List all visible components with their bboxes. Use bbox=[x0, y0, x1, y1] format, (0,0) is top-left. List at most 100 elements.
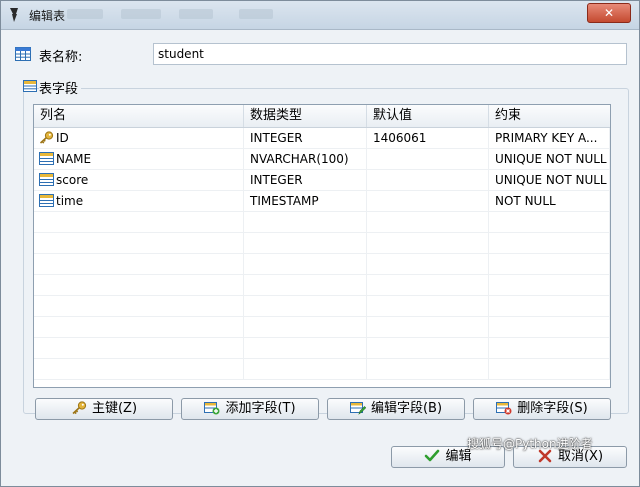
empty-cell bbox=[34, 317, 244, 337]
empty-cell bbox=[489, 338, 610, 358]
window-title: 编辑表 bbox=[29, 9, 66, 23]
empty-cell bbox=[34, 275, 244, 295]
field-constraint: UNIQUE NOT NULL bbox=[489, 149, 610, 169]
empty-cell bbox=[244, 296, 367, 316]
title-ghost-3 bbox=[179, 9, 213, 19]
table-icon bbox=[15, 47, 31, 61]
table-row[interactable]: time TIMESTAMP NOT NULL bbox=[34, 191, 610, 212]
field-icon bbox=[39, 194, 54, 207]
watermark: 搜狐号@Python进阶者 bbox=[467, 437, 593, 451]
column-header-type[interactable]: 数据类型 bbox=[244, 105, 367, 127]
empty-cell bbox=[489, 254, 610, 274]
empty-cell bbox=[244, 275, 367, 295]
row-name-cell: score bbox=[34, 170, 244, 190]
empty-cell bbox=[367, 359, 489, 379]
empty-cell bbox=[489, 212, 610, 232]
column-header-name[interactable]: 列名 bbox=[34, 105, 244, 127]
field-name: ID bbox=[56, 131, 69, 145]
field-default: 1406061 bbox=[367, 128, 489, 148]
field-constraint: UNIQUE NOT NULL bbox=[489, 170, 610, 190]
table-name-label: 表名称: bbox=[39, 50, 83, 65]
field-icon bbox=[39, 173, 54, 186]
table-name-input[interactable]: student bbox=[153, 43, 627, 65]
field-default bbox=[367, 170, 489, 190]
title-ghost-2 bbox=[121, 9, 161, 19]
empty-cell bbox=[244, 233, 367, 253]
empty-row bbox=[34, 233, 610, 254]
empty-cell bbox=[489, 317, 610, 337]
empty-cell bbox=[489, 233, 610, 253]
field-type: INTEGER bbox=[244, 128, 367, 148]
field-name: score bbox=[56, 173, 89, 187]
field-default bbox=[367, 191, 489, 211]
empty-row bbox=[34, 275, 610, 296]
column-header-default[interactable]: 默认值 bbox=[367, 105, 489, 127]
empty-cell bbox=[367, 212, 489, 232]
empty-cell bbox=[489, 359, 610, 379]
field-type: NVARCHAR(100) bbox=[244, 149, 367, 169]
empty-cell bbox=[244, 317, 367, 337]
empty-row bbox=[34, 317, 610, 338]
edit-table-dialog: 编辑表 ✕ 表名称: student 表字段 列名 数据类型 默认值 约束 ID… bbox=[0, 0, 640, 487]
fields-section-label: 表字段 bbox=[39, 78, 82, 97]
empty-row bbox=[34, 254, 610, 275]
empty-cell bbox=[367, 338, 489, 358]
fields-grid[interactable]: 列名 数据类型 默认值 约束 ID INTEGER 1406061 PRIMAR… bbox=[33, 104, 611, 388]
table-row[interactable]: NAME NVARCHAR(100) UNIQUE NOT NULL bbox=[34, 149, 610, 170]
empty-cell bbox=[34, 254, 244, 274]
field-name: time bbox=[56, 194, 84, 208]
row-name-cell: ID bbox=[34, 128, 244, 148]
empty-cell bbox=[367, 296, 489, 316]
empty-cell bbox=[34, 359, 244, 379]
table-row[interactable]: score INTEGER UNIQUE NOT NULL bbox=[34, 170, 610, 191]
key-icon bbox=[72, 401, 87, 415]
empty-cell bbox=[489, 275, 610, 295]
field-icon bbox=[39, 152, 54, 165]
empty-row bbox=[34, 296, 610, 317]
empty-cell bbox=[367, 254, 489, 274]
title-ghost-4 bbox=[239, 9, 273, 19]
field-name: NAME bbox=[56, 152, 92, 166]
empty-cell bbox=[367, 275, 489, 295]
empty-cell bbox=[34, 296, 244, 316]
field-constraint: NOT NULL bbox=[489, 191, 610, 211]
primary-key-button[interactable]: 主键(Z) bbox=[35, 398, 173, 420]
key-icon bbox=[39, 131, 54, 144]
title-ghost-1 bbox=[67, 9, 103, 19]
edit-field-label: 编辑字段(B) bbox=[370, 401, 443, 416]
empty-cell bbox=[367, 317, 489, 337]
delete-field-icon bbox=[496, 402, 512, 415]
add-field-icon bbox=[204, 402, 220, 415]
app-icon bbox=[10, 8, 18, 22]
add-field-button[interactable]: 添加字段(T) bbox=[181, 398, 319, 420]
empty-cell bbox=[34, 233, 244, 253]
field-default bbox=[367, 149, 489, 169]
empty-row bbox=[34, 212, 610, 233]
dialog-content: 表名称: student 表字段 列名 数据类型 默认值 约束 ID INTEG… bbox=[1, 30, 639, 486]
row-name-cell: NAME bbox=[34, 149, 244, 169]
fields-icon bbox=[23, 80, 37, 92]
empty-cell bbox=[244, 254, 367, 274]
empty-cell bbox=[34, 212, 244, 232]
edit-field-icon bbox=[349, 402, 366, 415]
close-button[interactable]: ✕ bbox=[587, 3, 631, 23]
delete-field-button[interactable]: 删除字段(S) bbox=[473, 398, 611, 420]
empty-row bbox=[34, 359, 610, 380]
table-row[interactable]: ID INTEGER 1406061 PRIMARY KEY A... bbox=[34, 128, 610, 149]
grid-header: 列名 数据类型 默认值 约束 bbox=[34, 105, 610, 128]
delete-field-label: 删除字段(S) bbox=[517, 401, 588, 416]
empty-cell bbox=[244, 359, 367, 379]
column-header-constraint[interactable]: 约束 bbox=[489, 105, 610, 127]
title-bar[interactable]: 编辑表 ✕ bbox=[1, 1, 639, 30]
add-field-label: 添加字段(T) bbox=[225, 401, 296, 416]
field-type: INTEGER bbox=[244, 170, 367, 190]
empty-cell bbox=[244, 338, 367, 358]
field-type: TIMESTAMP bbox=[244, 191, 367, 211]
empty-cell bbox=[489, 296, 610, 316]
empty-cell bbox=[244, 212, 367, 232]
edit-field-button[interactable]: 编辑字段(B) bbox=[327, 398, 465, 420]
checkmark-icon bbox=[425, 449, 440, 462]
empty-row bbox=[34, 338, 610, 359]
empty-cell bbox=[367, 233, 489, 253]
empty-cell bbox=[34, 338, 244, 358]
